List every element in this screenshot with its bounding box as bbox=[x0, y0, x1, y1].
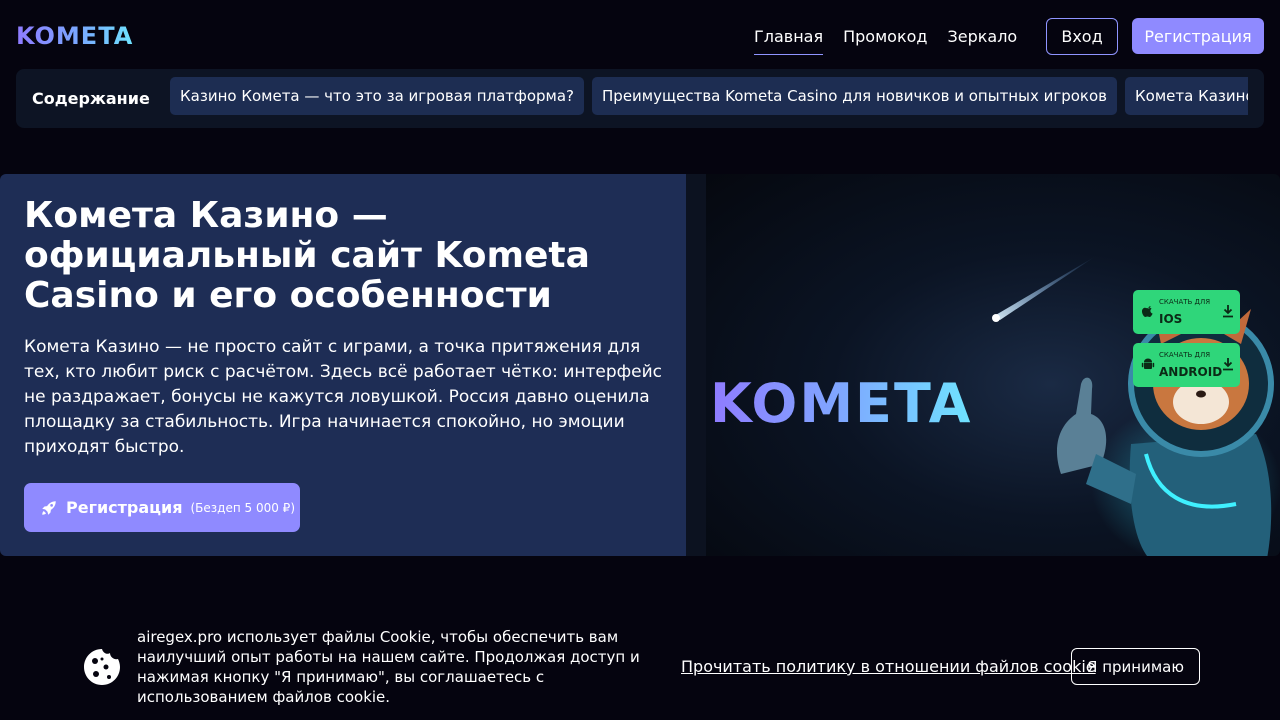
cookie-text: airegex.pro использует файлы Cookie, что… bbox=[137, 628, 640, 706]
toc-item[interactable]: Преимущества Kometa Casino для новичков … bbox=[592, 77, 1118, 115]
download-icon bbox=[1223, 305, 1233, 318]
download-ios-button[interactable]: СКАЧАТЬ ДЛЯ IOS bbox=[1133, 290, 1240, 334]
hero-register-button[interactable]: Регистрация (Бездеп 5 000 ₽) bbox=[24, 483, 300, 532]
nav-promo[interactable]: Промокод bbox=[843, 27, 927, 55]
register-button[interactable]: Регистрация bbox=[1132, 18, 1264, 54]
download-ios-caption: СКАЧАТЬ ДЛЯ bbox=[1159, 298, 1211, 306]
rocket-icon bbox=[42, 500, 56, 515]
site-header: KOMETA Главная Промокод Зеркало Вход Рег… bbox=[0, 0, 1280, 70]
hero-description: Комета Казино — не просто сайт с играми,… bbox=[24, 337, 663, 457]
nav-mirror[interactable]: Зеркало bbox=[947, 27, 1017, 55]
login-button[interactable]: Вход bbox=[1046, 18, 1118, 55]
hero-banner: KOMETA СКАЧАТЬ ДЛЯ IOS СКАЧАТЬ ДЛЯ ANDRO… bbox=[706, 174, 1280, 556]
cookie-icon bbox=[84, 649, 120, 685]
hero-bonus-label: (Бездеп 5 000 ₽) bbox=[190, 500, 296, 515]
hero-section: Комета Казино — официальный сайт Kometa … bbox=[0, 174, 1280, 556]
download-icon bbox=[1223, 358, 1233, 371]
toc-title: Содержание bbox=[32, 89, 150, 108]
apple-icon bbox=[1141, 306, 1153, 317]
logo[interactable]: KOMETA bbox=[16, 22, 133, 50]
banner-logo: KOMETA bbox=[710, 372, 973, 435]
hero-text-panel: Комета Казино — официальный сайт Kometa … bbox=[0, 174, 686, 556]
nav-home[interactable]: Главная bbox=[754, 27, 824, 55]
toc-item[interactable]: Казино Комета — что это за игровая платф… bbox=[170, 77, 585, 115]
download-ios-label: IOS bbox=[1159, 312, 1183, 326]
page-title: Комета Казино — официальный сайт Kometa … bbox=[24, 195, 590, 316]
hero-register-label: Регистрация bbox=[66, 498, 183, 517]
download-android-caption: СКАЧАТЬ ДЛЯ bbox=[1159, 351, 1211, 359]
android-icon bbox=[1141, 358, 1155, 369]
table-of-contents: Содержание Казино Комета — что это за иг… bbox=[16, 69, 1264, 128]
download-android-label: ANDROID bbox=[1159, 365, 1223, 379]
cookie-policy-link[interactable]: Прочитать политику в отношении файлов co… bbox=[681, 657, 1096, 676]
download-android-button[interactable]: СКАЧАТЬ ДЛЯ ANDROID bbox=[1133, 343, 1240, 387]
toc-item[interactable]: Комета Казино официальный сайт bbox=[1125, 77, 1248, 115]
main-nav: Главная Промокод Зеркало bbox=[754, 27, 1037, 55]
cookie-accept-button[interactable]: Я принимаю bbox=[1071, 648, 1200, 685]
toc-items[interactable]: Казино Комета — что это за игровая платф… bbox=[170, 77, 1248, 115]
hero-divider bbox=[686, 174, 706, 556]
